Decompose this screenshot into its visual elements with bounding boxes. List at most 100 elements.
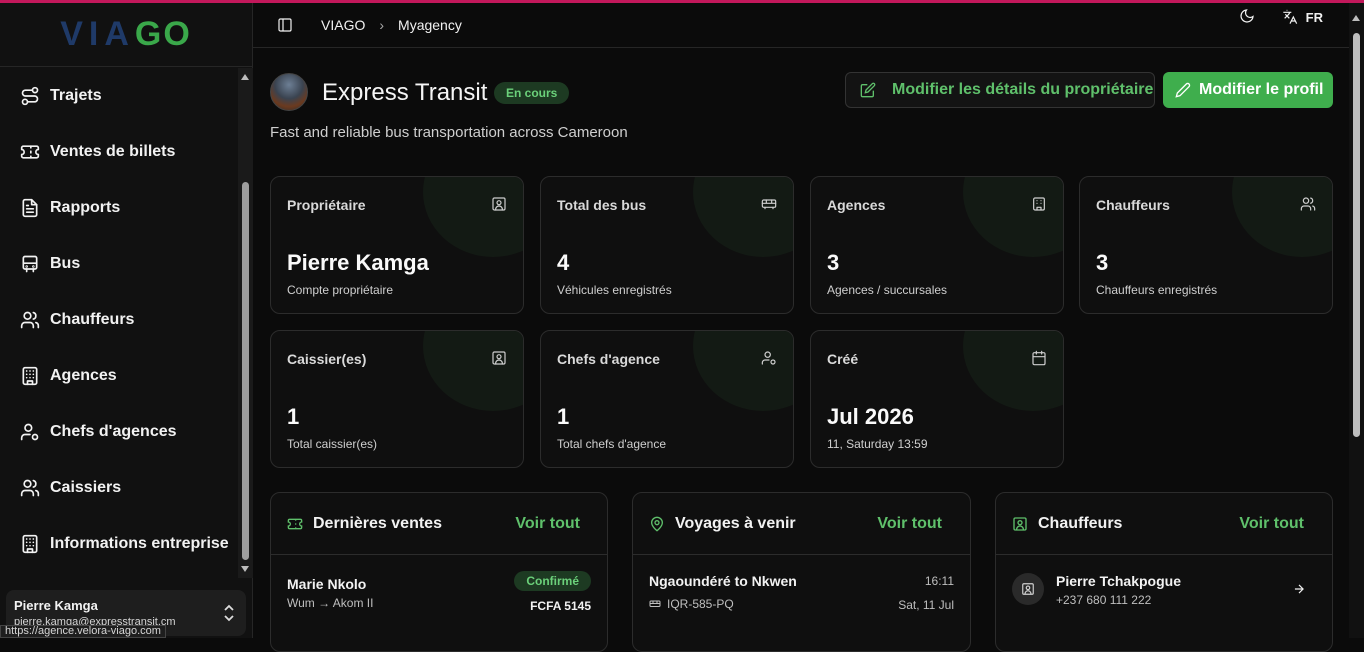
bus-icon [22,255,38,273]
logo-go-text: GO [134,15,192,53]
view-all-sales-link[interactable]: Voir tout [515,515,580,533]
stat-value: 4 [557,250,570,275]
edit-profile-button[interactable]: Modifier le profil [1163,72,1333,108]
stat-sub: Total caissier(es) [287,437,378,451]
stat-value: 3 [827,250,840,275]
sidebar-scroll-thumb[interactable] [242,182,249,560]
id-card-icon [492,197,506,211]
stat-card-agency-heads: Chefs d'agence 1 Total chefs d'agence [540,330,794,468]
stat-sub: Total chefs d'agence [557,437,667,451]
stat-label: Chauffeurs [1096,197,1170,213]
upcoming-trips-panel: Voyages à venir Voir tout Ngaoundéré to … [632,492,971,652]
logo-via-text: VIA [60,15,135,53]
sidebar-item-label: Bus [50,255,81,272]
panel-title: Chauffeurs [1038,515,1123,532]
sidebar-nav: Trajets Ventes de billets Rapports Bus C… [0,68,238,578]
trip-time: 16:11 [924,574,954,588]
users-icon [1300,197,1316,211]
sidebar-item-agences[interactable]: Agences [0,348,238,404]
trip-date: Sat, 11 Jul [898,598,954,612]
scroll-down-arrow-icon[interactable] [241,566,249,572]
pencil-icon [1175,82,1191,98]
id-card-icon [1022,583,1034,595]
sidebar-item-informations[interactable]: Informations entreprise [0,516,238,572]
calendar-icon [1032,350,1046,366]
sidebar-item-label: Chefs d'agences [50,423,177,440]
stat-sub: Véhicules enregistrés [557,283,672,297]
stat-value: Jul 2026 [827,404,914,429]
stat-label: Agences [827,197,886,213]
sale-status-badge: Confirmé [514,571,591,591]
building-icon [1033,197,1045,211]
user-cog-icon [761,351,776,365]
trip-plate: IQR-585-PQ [667,597,734,611]
users-icon [20,311,40,329]
edit-owner-label: Modifier les détails du propriétaire [892,81,1154,98]
stat-value: Pierre Kamga [287,250,429,275]
latest-sales-panel: Dernières ventes Voir tout Marie Nkolo W… [270,492,608,652]
bus-icon [649,600,661,607]
stat-card-cashiers: Caissier(es) 1 Total caissier(es) [270,330,524,468]
sidebar-item-trajets[interactable]: Trajets [0,68,238,124]
stat-value: 1 [287,404,300,429]
driver-avatar [1012,573,1044,605]
sidebar-item-label: Trajets [50,87,102,104]
stat-sub: Compte propriétaire [287,283,394,297]
driver-name: Pierre Tchakpogue [1056,573,1182,589]
building-icon [22,534,38,554]
sidebar-item-bus[interactable]: Bus [0,236,238,292]
stat-sub: Agences / succursales [827,283,948,297]
sidebar-item-rapports[interactable]: Rapports [0,180,238,236]
viago-logo[interactable]: VIA GO [0,3,252,67]
stat-card-created: Créé Jul 2026 11, Saturday 13:59 [810,330,1064,468]
sidebar-item-label: Caissiers [50,479,122,496]
bus-icon [761,199,777,210]
status-bar-url: https://agence.velora-viago.com [0,625,166,638]
sidebar-item-chauffeurs[interactable]: Chauffeurs [0,292,238,348]
edit-square-icon [860,82,876,98]
map-pin-icon [650,516,664,532]
status-badge: En cours [494,82,570,104]
translate-icon [1282,9,1297,24]
sidebar-item-label: Ventes de billets [50,143,176,160]
list-item[interactable]: Marie Nkolo Wum → Akom II Confirmé FCFA … [271,555,607,625]
sale-amount: FCFA 5145 [530,599,591,613]
list-item[interactable]: Pierre Tchakpogue +237 680 111 222 [996,555,1332,625]
driver-phone: +237 680 111 222 [1056,593,1152,607]
scroll-up-arrow-icon[interactable] [241,74,249,80]
view-all-drivers-link[interactable]: Voir tout [1239,515,1304,533]
trip-route: Ngaoundéré to Nkwen [649,573,797,589]
edit-owner-button[interactable]: Modifier les détails du propriétaire [845,72,1155,108]
top-bar: VIAGO › Myagency FR [253,3,1349,48]
stat-sub: Chauffeurs enregistrés [1096,283,1218,297]
sidebar-item-ventes[interactable]: Ventes de billets [0,124,238,180]
stat-value: 1 [557,404,570,429]
stat-card-owner: Propriétaire Pierre Kamga Compte proprié… [270,176,524,314]
main-content: VIAGO › Myagency FR Express Transit En c… [253,3,1349,652]
sidebar-item-label: Agences [50,367,117,384]
sidebar-item-chefs-agences[interactable]: Chefs d'agences [0,404,238,460]
sidebar-scrollbar[interactable] [238,68,253,578]
page-scrollbar[interactable] [1349,3,1364,638]
scroll-up-arrow-icon[interactable] [1352,15,1360,21]
company-avatar [270,73,308,111]
sidebar-item-caissiers[interactable]: Caissiers [0,460,238,516]
company-name: Express Transit [322,79,488,106]
ticket-icon [20,145,40,159]
sidebar-toggle-icon[interactable] [277,17,293,33]
breadcrumb-viago[interactable]: VIAGO [321,17,365,33]
company-tagline: Fast and reliable bus transportation acr… [270,124,628,141]
list-item[interactable]: Ngaoundéré to Nkwen 16:11 IQR-585-PQ Sat… [633,555,970,625]
page-scroll-thumb[interactable] [1353,33,1360,437]
arrow-right-icon[interactable] [1292,582,1306,596]
language-code: FR [1305,9,1323,25]
edit-profile-label: Modifier le profil [1199,81,1324,98]
users-icon [20,479,40,497]
sidebar: VIA GO Trajets Ventes de billets Rapports… [0,3,253,638]
moon-icon[interactable] [1239,8,1255,24]
language-switcher[interactable]: FR [1282,9,1323,25]
breadcrumb-myagency: Myagency [398,17,462,33]
stat-label: Caissier(es) [287,351,367,367]
sale-route: Wum → Akom II [287,596,374,610]
view-all-trips-link[interactable]: Voir tout [877,515,942,533]
